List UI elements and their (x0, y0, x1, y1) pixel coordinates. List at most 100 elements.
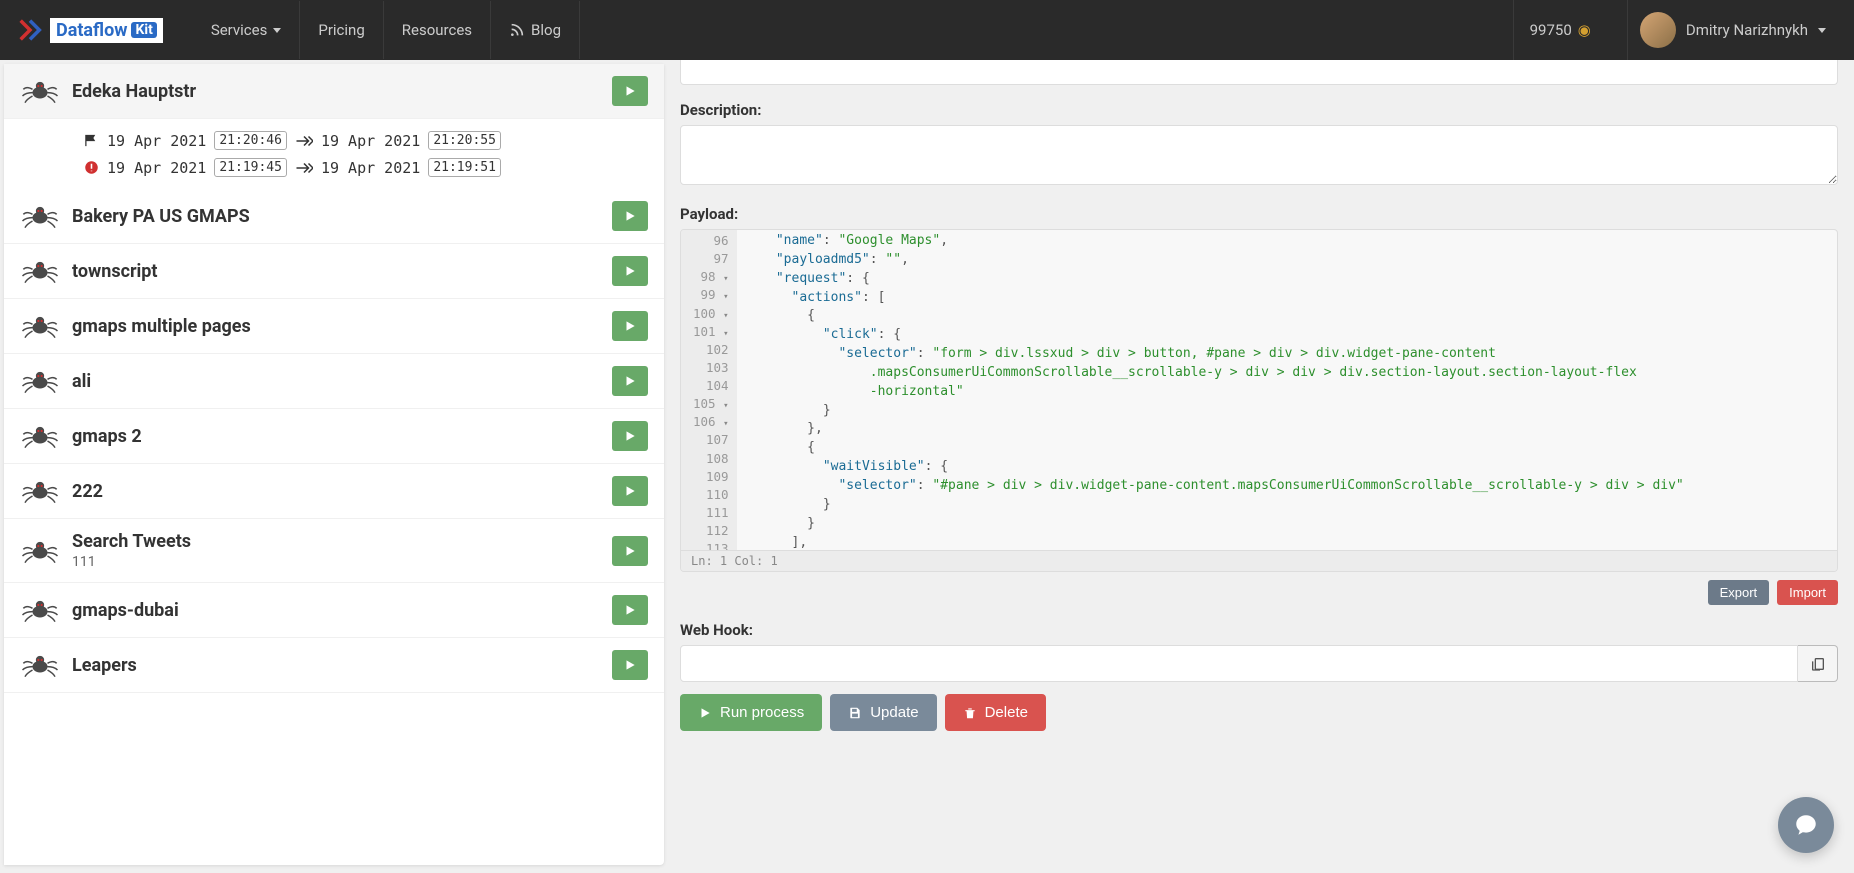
play-icon (623, 264, 637, 278)
spider-name: townscript (72, 261, 612, 282)
code-line: "actions": [ (745, 289, 1829, 308)
spider-info: gmaps multiple pages (72, 316, 612, 337)
delete-button[interactable]: Delete (945, 694, 1046, 731)
code-line: "selector": "#pane > div > div.widget-pa… (745, 477, 1829, 496)
brand-logo[interactable]: DataflowKit (16, 16, 163, 44)
description-label: Description: (680, 101, 1838, 119)
spider-item[interactable]: Edeka Hauptstr (4, 64, 664, 119)
play-icon (623, 658, 637, 672)
run-spider-button[interactable] (612, 650, 648, 680)
run-end-time: 21:19:51 (428, 158, 501, 177)
code-line: "click": { (745, 326, 1829, 345)
play-icon (698, 706, 712, 720)
credits-display[interactable]: 99750 ◉ (1513, 0, 1607, 60)
play-icon (623, 484, 637, 498)
spider-name: Bakery PA US GMAPS (72, 206, 612, 227)
spider-item[interactable]: gmaps-dubai (4, 583, 664, 638)
spider-icon (20, 537, 60, 565)
payload-label: Payload: (680, 205, 1838, 223)
run-start-date: 19 Apr 2021 (107, 132, 206, 150)
webhook-input[interactable] (680, 645, 1798, 682)
code-content[interactable]: "name": "Google Maps", "payloadmd5": "",… (737, 230, 1837, 550)
spider-item[interactable]: Leapers (4, 638, 664, 693)
run-process-button[interactable]: Run process (680, 694, 822, 731)
error-icon (84, 160, 99, 175)
spider-item[interactable]: 222 (4, 464, 664, 519)
run-spider-button[interactable] (612, 421, 648, 451)
spider-info: Search Tweets111 (72, 531, 612, 570)
rss-icon (509, 22, 525, 38)
webhook-clipboard-button[interactable] (1798, 645, 1838, 682)
chat-widget-button[interactable] (1778, 797, 1834, 853)
name-input-bottom-edge[interactable] (680, 60, 1838, 85)
run-row[interactable]: 19 Apr 202121:19:4519 Apr 202121:19:51 (84, 154, 648, 181)
code-line: "selector": "form > div.lssxud > div > b… (745, 345, 1829, 402)
nav-blog[interactable]: Blog (491, 1, 580, 59)
code-line: } (745, 496, 1829, 515)
spider-item[interactable]: gmaps 2 (4, 409, 664, 464)
save-icon (848, 706, 862, 720)
spider-icon (20, 477, 60, 505)
code-gutter: 96 97 98 ▾99 ▾100 ▾101 ▾102 103 104 105 … (681, 230, 737, 550)
run-spider-button[interactable] (612, 595, 648, 625)
spider-item[interactable]: Search Tweets111 (4, 519, 664, 583)
import-button[interactable]: Import (1777, 580, 1838, 605)
run-spider-button[interactable] (612, 201, 648, 231)
run-spider-button[interactable] (612, 476, 648, 506)
arrow-right-icon (295, 135, 313, 147)
spider-name: gmaps multiple pages (72, 316, 612, 337)
run-start-time: 21:20:46 (214, 131, 287, 150)
code-line: }, (745, 420, 1829, 439)
spider-icon (20, 77, 60, 105)
code-line: "request": { (745, 270, 1829, 289)
username: Dmitry Narizhnykh (1686, 21, 1808, 39)
nav-services[interactable]: Services (193, 1, 301, 59)
spider-icon (20, 596, 60, 624)
run-spider-button[interactable] (612, 311, 648, 341)
update-button[interactable]: Update (830, 694, 936, 731)
spider-item[interactable]: Bakery PA US GMAPS (4, 189, 664, 244)
spider-info: Leapers (72, 655, 612, 676)
spider-info: Bakery PA US GMAPS (72, 206, 612, 227)
main-nav: Services Pricing Resources Blog (193, 1, 580, 59)
spider-info: gmaps 2 (72, 426, 612, 447)
spider-name: 222 (72, 481, 612, 502)
code-line: { (745, 439, 1829, 458)
run-spider-button[interactable] (612, 76, 648, 106)
run-spider-button[interactable] (612, 536, 648, 566)
spider-item[interactable]: gmaps multiple pages (4, 299, 664, 354)
run-spider-button[interactable] (612, 256, 648, 286)
play-icon (623, 374, 637, 388)
code-line: ], (745, 534, 1829, 551)
spider-name: Leapers (72, 655, 612, 676)
payload-editor[interactable]: 96 97 98 ▾99 ▾100 ▾101 ▾102 103 104 105 … (680, 229, 1838, 572)
chevron-down-icon (273, 28, 281, 33)
spider-icon (20, 367, 60, 395)
description-input[interactable] (680, 125, 1838, 185)
run-row[interactable]: 19 Apr 202121:20:4619 Apr 202121:20:55 (84, 127, 648, 154)
spider-name: gmaps 2 (72, 426, 612, 447)
spider-icon (20, 312, 60, 340)
spider-icon (20, 422, 60, 450)
run-end-date: 19 Apr 2021 (321, 132, 420, 150)
nav-pricing[interactable]: Pricing (300, 1, 383, 59)
webhook-label: Web Hook: (680, 621, 1838, 639)
spider-item[interactable]: townscript (4, 244, 664, 299)
spider-list[interactable]: Edeka Hauptstr 19 Apr 2021 21:20:46 19 Apr … (4, 64, 664, 865)
code-line: } (745, 402, 1829, 421)
run-start-date: 19 Apr 2021 (107, 159, 206, 177)
arrow-right-icon (295, 162, 313, 174)
run-history: 19 Apr 202121:20:4619 Apr 202121:20:5519… (4, 119, 664, 189)
play-icon (623, 544, 637, 558)
user-menu[interactable]: Dmitry Narizhnykh (1627, 0, 1838, 60)
export-button[interactable]: Export (1708, 580, 1770, 605)
brand-text: DataflowKit (50, 18, 163, 43)
run-spider-button[interactable] (612, 366, 648, 396)
spider-item[interactable]: ali (4, 354, 664, 409)
spider-icon (20, 202, 60, 230)
spider-info: townscript (72, 261, 612, 282)
brand-icon (16, 16, 44, 44)
code-status-bar: Ln: 1 Col: 1 (681, 550, 1837, 571)
play-icon (623, 603, 637, 617)
nav-resources[interactable]: Resources (384, 1, 491, 59)
